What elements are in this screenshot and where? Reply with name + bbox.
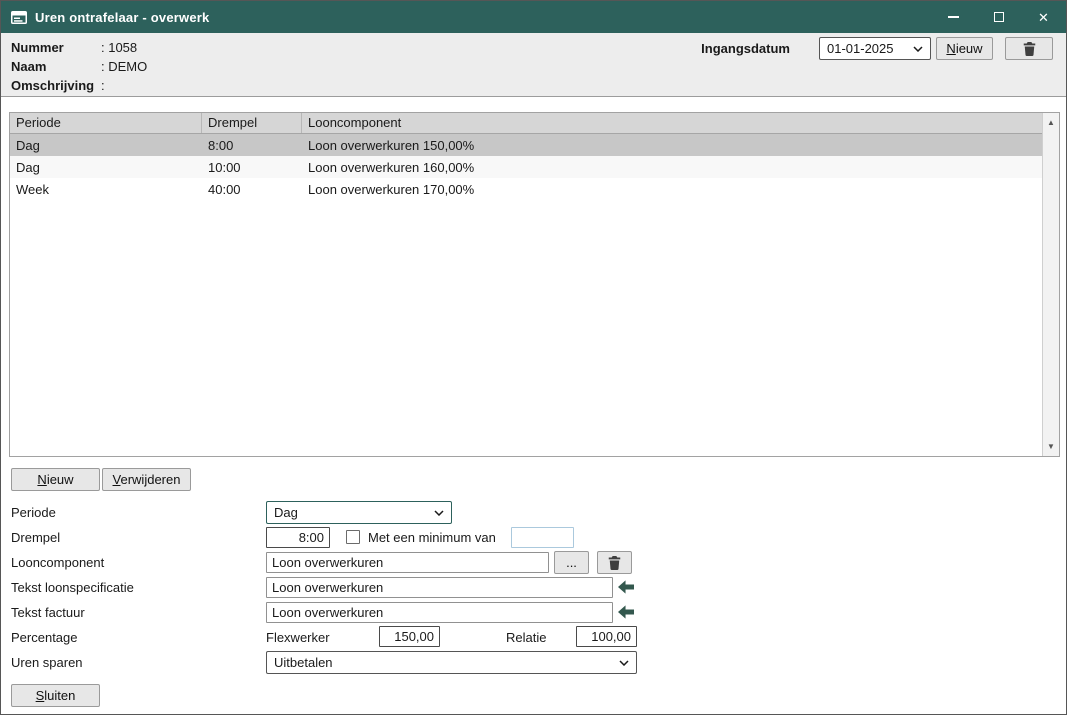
looncomponent-browse-button[interactable]: ...	[554, 551, 589, 574]
cell-drempel: 40:00	[202, 182, 302, 197]
table-header: Periode Drempel Looncomponent	[10, 113, 1042, 134]
nummer-label: Nummer	[11, 40, 101, 55]
window-title: Uren ontrafelaar - overwerk	[35, 10, 209, 25]
app-icon	[11, 11, 27, 24]
chevron-down-icon	[913, 46, 923, 52]
window-controls: ✕	[931, 1, 1066, 33]
arrow-left-icon	[618, 580, 634, 594]
relatie-percentage-input[interactable]	[576, 626, 637, 647]
table-row[interactable]: Dag 10:00 Loon overwerkuren 160,00%	[10, 156, 1042, 178]
drempel-label: Drempel	[11, 530, 60, 545]
ontrafel-table: Periode Drempel Looncomponent Dag 8:00 L…	[9, 112, 1060, 457]
flexwerker-percentage-input[interactable]	[379, 626, 440, 647]
looncomponent-delete-button[interactable]	[597, 551, 632, 574]
scroll-down-icon[interactable]: ▼	[1043, 438, 1059, 455]
table-scrollbar[interactable]: ▲ ▼	[1042, 113, 1059, 456]
column-header-looncomponent[interactable]: Looncomponent	[302, 113, 1042, 133]
naam-label: Naam	[11, 59, 101, 74]
tekst-factuur-input[interactable]	[266, 602, 613, 623]
tekst-loonspecificatie-label: Tekst loonspecificatie	[11, 580, 134, 595]
looncomponent-label: Looncomponent	[11, 555, 104, 570]
minimum-checkbox[interactable]	[346, 530, 360, 544]
relatie-label: Relatie	[506, 630, 546, 645]
uren-sparen-select[interactable]: Uitbetalen	[266, 651, 637, 674]
sluiten-button[interactable]: Sluiten	[11, 684, 100, 707]
copy-loonspecificatie-button[interactable]	[616, 579, 636, 595]
ingangsdatum-controls: Ingangsdatum 01-01-2025 Nieuw	[701, 37, 1053, 60]
tekst-factuur-label: Tekst factuur	[11, 605, 85, 620]
minimize-button[interactable]	[931, 1, 976, 33]
cell-drempel: 10:00	[202, 160, 302, 175]
copy-factuur-button[interactable]	[616, 604, 636, 620]
maximize-button[interactable]	[976, 1, 1021, 33]
looncomponent-input[interactable]	[266, 552, 549, 573]
cell-looncomponent: Loon overwerkuren 170,00%	[302, 182, 1042, 197]
minimum-value-input[interactable]	[511, 527, 574, 548]
maximize-icon	[994, 12, 1004, 22]
table-row[interactable]: Week 40:00 Loon overwerkuren 170,00%	[10, 178, 1042, 200]
table-row[interactable]: Dag 8:00 Loon overwerkuren 150,00%	[10, 134, 1042, 156]
flexwerker-label: Flexwerker	[266, 630, 330, 645]
minimum-checkbox-label: Met een minimum van	[368, 530, 496, 545]
periode-select[interactable]: Dag	[266, 501, 452, 524]
ingangsdatum-label: Ingangsdatum	[701, 41, 790, 56]
periode-label: Periode	[11, 505, 56, 520]
ingangsdatum-value: 01-01-2025	[827, 41, 907, 56]
minimize-icon	[948, 16, 959, 18]
cell-periode: Dag	[10, 160, 202, 175]
cell-drempel: 8:00	[202, 138, 302, 153]
cell-periode: Dag	[10, 138, 202, 153]
app-window: Uren ontrafelaar - overwerk ✕ Nummer : 1…	[0, 0, 1067, 715]
verwijderen-row-button[interactable]: Verwijderen	[102, 468, 191, 491]
column-header-periode[interactable]: Periode	[10, 113, 202, 133]
uren-sparen-label: Uren sparen	[11, 655, 83, 670]
nummer-value: : 1058	[101, 40, 137, 55]
trash-icon	[608, 556, 621, 570]
cell-periode: Week	[10, 182, 202, 197]
column-header-drempel[interactable]: Drempel	[202, 113, 302, 133]
ingangsdatum-select[interactable]: 01-01-2025	[819, 37, 931, 60]
cell-looncomponent: Loon overwerkuren 160,00%	[302, 160, 1042, 175]
drempel-input[interactable]	[266, 527, 330, 548]
delete-ingangsdatum-button[interactable]	[1005, 37, 1053, 60]
omschrijving-value: :	[101, 78, 105, 93]
scroll-up-icon[interactable]: ▲	[1043, 114, 1059, 131]
percentage-label: Percentage	[11, 630, 78, 645]
periode-value: Dag	[274, 505, 428, 520]
record-header: Nummer : 1058 Naam : DEMO Omschrijving :…	[1, 33, 1066, 97]
chevron-down-icon	[619, 660, 629, 666]
nieuw-ingangsdatum-button[interactable]: Nieuw	[936, 37, 993, 60]
chevron-down-icon	[434, 510, 444, 516]
titlebar: Uren ontrafelaar - overwerk ✕	[1, 1, 1066, 33]
naam-value: : DEMO	[101, 59, 147, 74]
arrow-left-icon	[618, 605, 634, 619]
omschrijving-label: Omschrijving	[11, 78, 101, 93]
cell-looncomponent: Loon overwerkuren 150,00%	[302, 138, 1042, 153]
uren-sparen-value: Uitbetalen	[274, 655, 613, 670]
trash-icon	[1023, 42, 1036, 56]
close-button[interactable]: ✕	[1021, 1, 1066, 33]
close-icon: ✕	[1038, 11, 1049, 24]
nieuw-row-button[interactable]: Nieuw	[11, 468, 100, 491]
tekst-loonspecificatie-input[interactable]	[266, 577, 613, 598]
